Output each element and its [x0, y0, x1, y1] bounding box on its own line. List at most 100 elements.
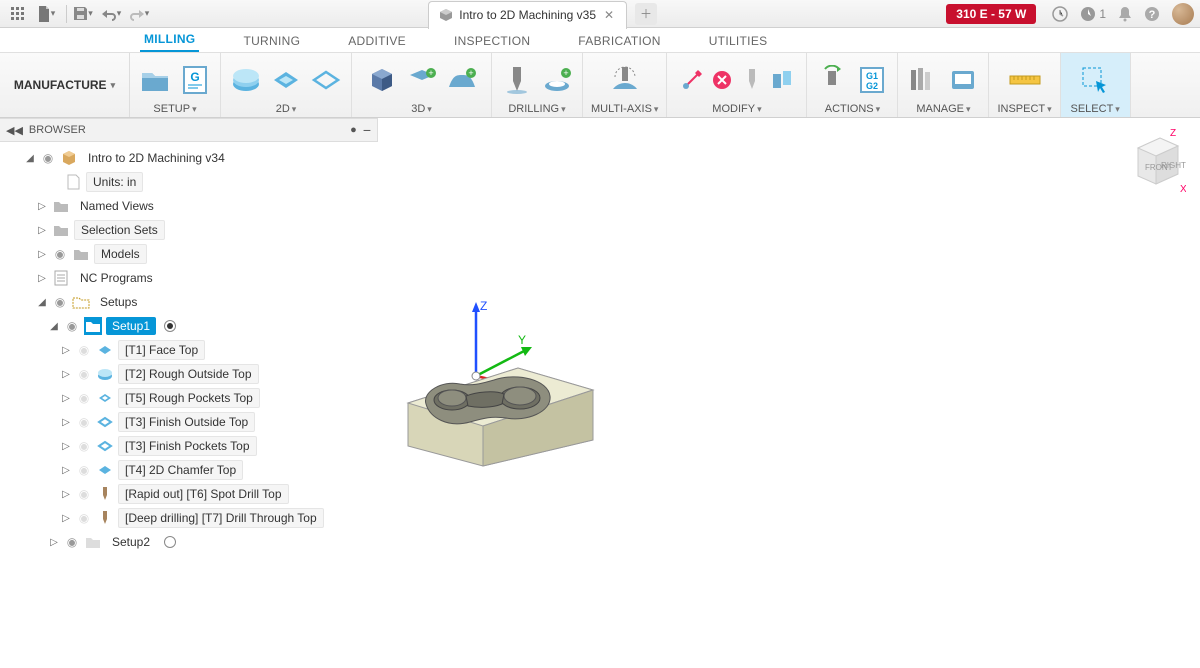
- group-3d-label[interactable]: 3D▾: [411, 103, 432, 115]
- tab-additive[interactable]: ADDITIVE: [344, 30, 410, 52]
- 2d-pocket-icon[interactable]: [269, 63, 303, 97]
- new-tab-button[interactable]: ＋: [635, 3, 657, 25]
- drill-icon[interactable]: [500, 63, 534, 97]
- hole-recognition-icon[interactable]: +: [540, 63, 574, 97]
- tree-op[interactable]: ▷◉[T4] 2D Chamfer Top: [6, 458, 378, 482]
- component-icon: [60, 149, 78, 167]
- modify-compare-icon[interactable]: [770, 68, 794, 92]
- tree-selection-sets[interactable]: ▷ Selection Sets: [6, 218, 378, 242]
- setup-folder-icon[interactable]: [138, 63, 172, 97]
- face-op-icon: [96, 341, 114, 359]
- drill-op-icon: [96, 485, 114, 503]
- modify-toolpath-icon[interactable]: [680, 68, 704, 92]
- active-setup-icon[interactable]: [164, 536, 176, 548]
- tree-units[interactable]: Units: in: [6, 170, 378, 194]
- visibility-icon[interactable]: ◉: [76, 463, 92, 477]
- browser-collapse-icon[interactable]: ◀◀: [6, 124, 23, 137]
- visibility-icon[interactable]: ◉: [76, 415, 92, 429]
- generate-icon[interactable]: [815, 63, 849, 97]
- visibility-icon[interactable]: ◉: [76, 487, 92, 501]
- group-select-label[interactable]: SELECT▾: [1071, 103, 1120, 115]
- group-inspect-label[interactable]: INSPECT▾: [997, 103, 1051, 115]
- browser-header: ◀◀ BROWSER ● −: [0, 118, 378, 142]
- extensions-icon[interactable]: [1052, 6, 1068, 22]
- active-setup-icon[interactable]: [164, 320, 176, 332]
- view-cube[interactable]: Z FRONT RIGHT X: [1126, 126, 1186, 196]
- tree-setup2[interactable]: ▷ ◉ Setup2: [6, 530, 378, 554]
- tree-op[interactable]: ▷◉[T3] Finish Outside Top: [6, 410, 378, 434]
- visibility-icon[interactable]: ◉: [76, 367, 92, 381]
- group-manage-label[interactable]: MANAGE▾: [916, 103, 970, 115]
- tree-op[interactable]: ▷◉[T2] Rough Outside Top: [6, 362, 378, 386]
- tree-op[interactable]: ▷◉[T3] Finish Pockets Top: [6, 434, 378, 458]
- tree-op[interactable]: ▷◉[Deep drilling] [T7] Drill Through Top: [6, 506, 378, 530]
- viewport[interactable]: Z FRONT RIGHT X Z Y X: [378, 118, 1200, 668]
- browser-options-icon[interactable]: ●: [350, 124, 357, 136]
- apps-grid-icon[interactable]: [6, 2, 30, 26]
- tree-named-views[interactable]: ▷ Named Views: [6, 194, 378, 218]
- ribbon: MANUFACTURE▾ G SETUP▾ 2D▾ + + 3D▾ + DRIL…: [0, 52, 1200, 118]
- group-2d-label[interactable]: 2D▾: [276, 103, 297, 115]
- visibility-icon[interactable]: ◉: [52, 295, 68, 309]
- visibility-icon[interactable]: ◉: [76, 343, 92, 357]
- tree-op[interactable]: ▷◉[Rapid out] [T6] Spot Drill Top: [6, 482, 378, 506]
- modify-tool-icon[interactable]: [740, 68, 764, 92]
- browser-close-icon[interactable]: −: [363, 122, 371, 138]
- 3d-adaptive-icon[interactable]: [365, 63, 399, 97]
- select-icon[interactable]: [1078, 63, 1112, 97]
- visibility-icon[interactable]: ◉: [76, 439, 92, 453]
- tree-nc-programs[interactable]: ▷ NC Programs: [6, 266, 378, 290]
- nc-program-icon[interactable]: G: [178, 63, 212, 97]
- visibility-icon[interactable]: ◉: [40, 151, 56, 165]
- tree-op[interactable]: ▷◉[T1] Face Top: [6, 338, 378, 362]
- tab-fabrication[interactable]: FABRICATION: [574, 30, 664, 52]
- tab-utilities[interactable]: UTILITIES: [705, 30, 772, 52]
- 3d-parallel-icon[interactable]: +: [445, 63, 479, 97]
- undo-icon[interactable]: ▾: [99, 2, 123, 26]
- 2d-adaptive-icon[interactable]: [229, 63, 263, 97]
- group-setup-label[interactable]: SETUP▾: [153, 103, 196, 115]
- visibility-icon[interactable]: ◉: [76, 511, 92, 525]
- help-icon[interactable]: ?: [1144, 6, 1160, 22]
- adaptive-op-icon: [96, 365, 114, 383]
- svg-text:RIGHT: RIGHT: [1161, 161, 1186, 170]
- machine-library-icon[interactable]: [946, 63, 980, 97]
- redo-icon[interactable]: ▾: [127, 2, 151, 26]
- new-file-icon[interactable]: ▾: [34, 2, 58, 26]
- job-status-icon[interactable]: 1: [1080, 6, 1106, 22]
- group-drilling-label[interactable]: DRILLING▾: [508, 103, 565, 115]
- tab-milling[interactable]: MILLING: [140, 28, 199, 52]
- document-tab[interactable]: Intro to 2D Machining v35 ✕: [428, 1, 627, 29]
- visibility-icon[interactable]: ◉: [52, 247, 68, 261]
- credit-badge[interactable]: 310 E - 57 W: [946, 4, 1036, 24]
- tree-op[interactable]: ▷◉[T5] Rough Pockets Top: [6, 386, 378, 410]
- 2d-contour-icon[interactable]: [309, 63, 343, 97]
- group-multiaxis-label[interactable]: MULTI-AXIS▾: [591, 103, 658, 115]
- close-tab-icon[interactable]: ✕: [602, 8, 616, 22]
- tree-setups[interactable]: ◢ ◉ Setups: [6, 290, 378, 314]
- group-modify: MODIFY▾: [667, 53, 807, 117]
- multiaxis-swarf-icon[interactable]: [608, 63, 642, 97]
- model-preview[interactable]: [398, 348, 598, 468]
- tab-inspection[interactable]: INSPECTION: [450, 30, 534, 52]
- notifications-icon[interactable]: [1118, 6, 1132, 22]
- user-avatar[interactable]: [1172, 3, 1194, 25]
- visibility-icon[interactable]: ◉: [64, 535, 80, 549]
- workspace-switcher[interactable]: MANUFACTURE▾: [0, 53, 130, 117]
- visibility-icon[interactable]: ◉: [64, 319, 80, 333]
- tree-models[interactable]: ▷ ◉ Models: [6, 242, 378, 266]
- tab-turning[interactable]: TURNING: [239, 30, 304, 52]
- measure-icon[interactable]: [1008, 63, 1042, 97]
- save-icon[interactable]: ▾: [71, 2, 95, 26]
- workspace-label: MANUFACTURE: [14, 78, 107, 92]
- visibility-icon[interactable]: ◉: [76, 391, 92, 405]
- tool-library-icon[interactable]: [906, 63, 940, 97]
- post-process-icon[interactable]: G1G2: [855, 63, 889, 97]
- group-actions-label[interactable]: ACTIONS▾: [825, 103, 880, 115]
- tree-setup1[interactable]: ◢ ◉ Setup1: [6, 314, 378, 338]
- tree-root[interactable]: ◢ ◉ Intro to 2D Machining v34: [6, 146, 378, 170]
- modify-delete-icon[interactable]: [710, 68, 734, 92]
- 3d-horizontal-icon[interactable]: +: [405, 63, 439, 97]
- setup-icon: [84, 317, 102, 335]
- group-modify-label[interactable]: MODIFY▾: [712, 103, 761, 115]
